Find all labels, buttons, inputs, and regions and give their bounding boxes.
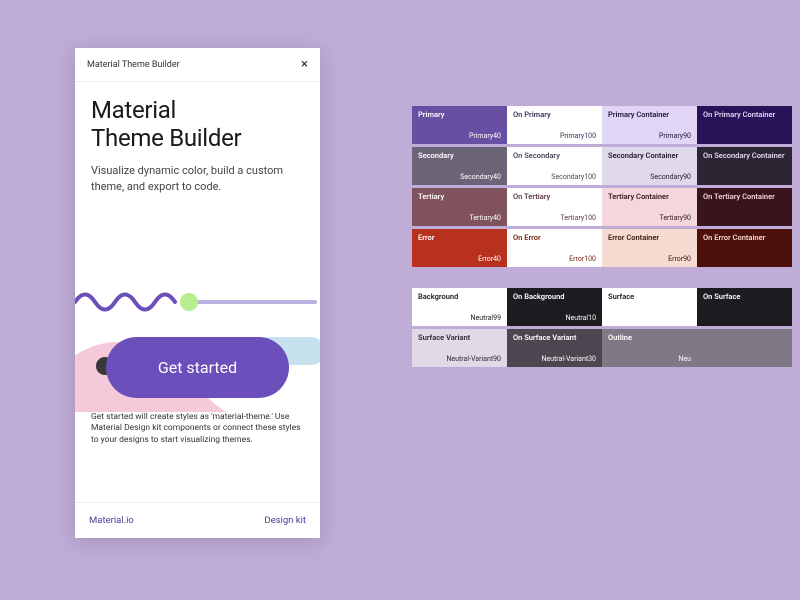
swatch-token-label: Primary90 [659, 132, 691, 140]
color-swatch[interactable]: Tertiary Container Tertiary90 [602, 188, 697, 226]
swatch-row: Surface Variant Neutral-Variant90 On Surfa… [412, 329, 792, 367]
swatch-token-label: Error100 [569, 255, 596, 263]
swatch-role-label: Background [418, 292, 458, 301]
swatch-role-label: On Primary Container [703, 110, 775, 119]
panel-header-title: Material Theme Builder [87, 60, 180, 70]
swatch-token-label: Secondary40 [460, 173, 501, 181]
panel-subtitle: Visualize dynamic color, build a custom … [91, 163, 304, 195]
color-swatch[interactable]: On Secondary Container [697, 147, 792, 185]
swatch-role-label: Secondary Container [608, 151, 678, 160]
color-swatch[interactable]: On Surface Variant Neutral-Variant30 [507, 329, 602, 367]
swatch-role-label: On Error [513, 233, 541, 242]
swatch-token-label: Neutral10 [566, 314, 596, 322]
swatch-row: Tertiary Tertiary40 On Tertiary Tertiary100… [412, 188, 792, 226]
swatch-token-label: Neutral-Variant30 [541, 355, 596, 363]
color-swatch[interactable]: On Tertiary Tertiary100 [507, 188, 602, 226]
design-kit-link[interactable]: Design kit [264, 515, 306, 526]
color-swatch[interactable]: Tertiary Tertiary40 [412, 188, 507, 226]
swatch-role-label: Error [418, 233, 434, 242]
color-swatch[interactable]: On Tertiary Container [697, 188, 792, 226]
swatch-token-label: Secondary100 [551, 173, 596, 181]
panel-description: Get started will create styles as 'mater… [91, 412, 304, 448]
swatch-role-label: Primary [418, 110, 445, 119]
color-swatch[interactable]: On Primary Primary100 [507, 106, 602, 144]
color-swatch[interactable]: Primary Primary40 [412, 106, 507, 144]
swatch-role-label: Surface [608, 292, 634, 301]
title-line-2: Theme Builder [91, 124, 241, 152]
swatch-token-label: Neutral-Variant90 [446, 355, 501, 363]
swatch-role-label: On Secondary Container [703, 151, 785, 160]
swatch-role-label: Primary Container [608, 110, 669, 119]
swatch-role-label: Surface Variant [418, 333, 470, 342]
color-swatch[interactable]: Outline Neu [602, 329, 697, 367]
swatch-role-label: Error Container [608, 233, 659, 242]
swatch-token-label: Neu [678, 355, 691, 363]
panel-body: Material Theme Builder Visualize dynamic… [75, 82, 320, 502]
color-swatch[interactable]: Error Container Error90 [602, 229, 697, 267]
color-swatch[interactable] [697, 329, 792, 367]
material-io-link[interactable]: Material.io [89, 515, 134, 526]
swatch-token-label: Primary100 [560, 132, 596, 140]
swatch-token-label: Error40 [478, 255, 501, 263]
swatch-token-label: Secondary90 [650, 173, 691, 181]
swatch-role-label: On Error Container [703, 233, 765, 242]
color-swatch[interactable]: On Primary Container [697, 106, 792, 144]
swatch-token-label: Tertiary100 [561, 214, 596, 222]
swatch-token-label: Tertiary40 [469, 214, 501, 222]
swatch-role-label: On Primary [513, 110, 551, 119]
color-swatch[interactable]: On Error Container [697, 229, 792, 267]
swatch-row: Secondary Secondary40 On Secondary Secondar… [412, 147, 792, 185]
swatch-role-label: Tertiary [418, 192, 444, 201]
title-line-1: Material [91, 96, 176, 124]
color-swatch[interactable]: Error Error40 [412, 229, 507, 267]
color-swatch[interactable]: Surface [602, 288, 697, 326]
swatch-role-label: On Background [513, 292, 565, 301]
swatch-token-label: Primary40 [469, 132, 501, 140]
panel-header: Material Theme Builder × [75, 48, 320, 82]
swatch-role-label: On Tertiary [513, 192, 550, 201]
color-swatch[interactable]: On Error Error100 [507, 229, 602, 267]
swatch-role-label: Outline [608, 333, 632, 342]
color-swatch[interactable]: On Background Neutral10 [507, 288, 602, 326]
swatch-role-label: On Secondary [513, 151, 560, 160]
swatch-role-label: On Tertiary Container [703, 192, 775, 201]
color-swatch[interactable]: Secondary Container Secondary90 [602, 147, 697, 185]
swatch-row: Primary Primary40 On Primary Primary100 Prim… [412, 106, 792, 144]
swatch-token-label: Tertiary90 [659, 214, 691, 222]
swatch-row: Error Error40 On Error Error100 Error Contai… [412, 229, 792, 267]
color-swatch[interactable]: Primary Container Primary90 [602, 106, 697, 144]
color-swatch[interactable]: Secondary Secondary40 [412, 147, 507, 185]
color-swatch[interactable]: Background Neutral99 [412, 288, 507, 326]
theme-builder-panel: Material Theme Builder × Material Theme … [75, 48, 320, 538]
swatch-role-label: On Surface Variant [513, 333, 576, 342]
swatch-role-label: Secondary [418, 151, 454, 160]
swatch-token-label: Neutral99 [471, 314, 501, 322]
color-swatch[interactable]: On Surface [697, 288, 792, 326]
swatch-token-label: Error90 [668, 255, 691, 263]
color-swatch[interactable]: On Secondary Secondary100 [507, 147, 602, 185]
color-swatch[interactable]: Surface Variant Neutral-Variant90 [412, 329, 507, 367]
swatch-row: Background Neutral99 On Background Neutral1… [412, 288, 792, 326]
swatch-groups: Primary Primary40 On Primary Primary100 Prim… [412, 106, 792, 370]
panel-footer: Material.io Design kit [75, 502, 320, 538]
close-icon[interactable]: × [301, 57, 308, 72]
panel-title: Material Theme Builder [91, 96, 304, 153]
swatch-role-label: On Surface [703, 292, 740, 301]
swatch-role-label: Tertiary Container [608, 192, 669, 201]
get-started-button[interactable]: Get started [106, 337, 289, 398]
